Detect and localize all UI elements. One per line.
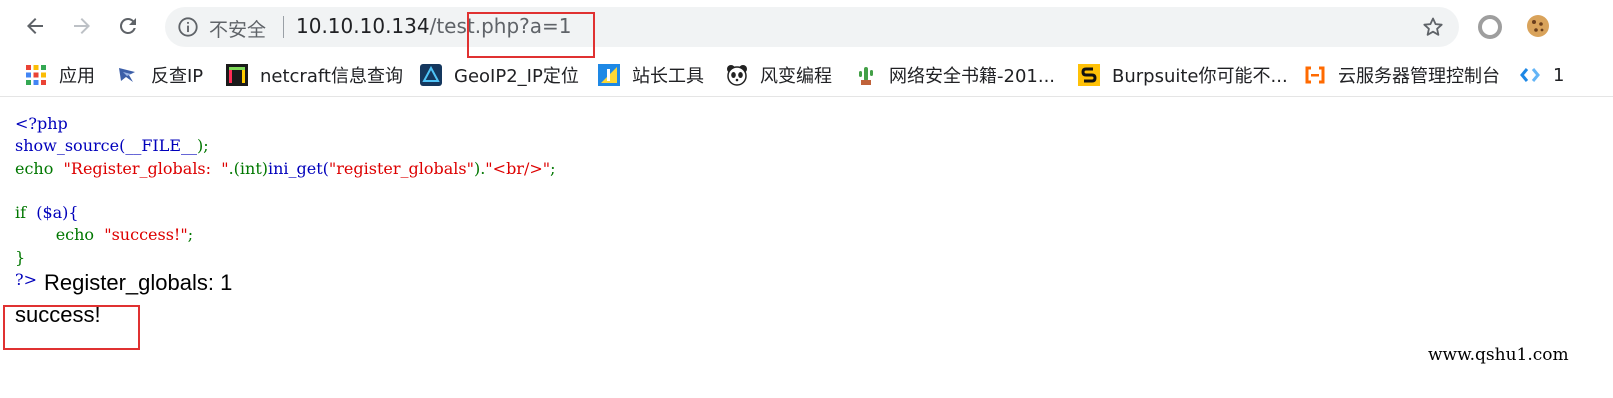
bookmark-star-icon[interactable] [1421, 15, 1445, 39]
code-punct: ; [187, 225, 194, 245]
code-keyword: if [15, 203, 37, 223]
bookmark-label: 1 [1553, 64, 1565, 86]
bookmark-label: 应用 [59, 66, 95, 87]
omnibox-separator [283, 16, 284, 38]
burpsuite-icon [1078, 64, 1100, 86]
output-register-globals: Register_globals: 1 [44, 270, 233, 295]
code-string: "Register_globals: " [63, 158, 229, 178]
success-highlight-box [3, 305, 140, 350]
bookmark-reverse-ip[interactable]: 反查IP [117, 62, 203, 88]
code-punct: .(int) [228, 158, 268, 178]
aliyun-icon [1304, 64, 1326, 86]
bookmark-security-books[interactable]: 网络安全书籍-201... [855, 62, 1055, 88]
back-button[interactable] [19, 10, 51, 42]
apps-grid-icon [25, 64, 47, 86]
bookmark-label: Burpsuite你可能不... [1112, 66, 1288, 87]
info-icon[interactable] [177, 16, 199, 38]
reload-button[interactable] [112, 10, 144, 42]
address-bar[interactable]: 不安全 10.10.10.134/test.php?a=1 [165, 7, 1459, 47]
watermark: www.qshu1.com [1428, 345, 1569, 365]
security-status-label: 不安全 [209, 19, 267, 41]
bookmark-label: 反查IP [151, 66, 204, 87]
bookmark-label: 网络安全书籍-201... [889, 66, 1056, 87]
code-fn: show_source( [15, 136, 126, 156]
code-var: ($a){ [36, 203, 79, 223]
code-keyword: echo [55, 225, 105, 245]
bookmark-geoip[interactable]: GeoIP2_IP定位 [420, 62, 579, 88]
bookmark-webmaster-tools[interactable]: 站长工具 [598, 62, 704, 88]
php-open-tag: <?php [15, 114, 68, 133]
panda-icon [726, 64, 748, 86]
bookmarks-bar: 应用 反查IP netcraft信息查询 GeoIP2_IP定位 站长工具 风变… [0, 54, 1613, 97]
reload-icon [119, 17, 136, 34]
extension-circle-icon[interactable] [1476, 13, 1504, 41]
code-punct: ; [550, 158, 556, 178]
code-brackets-icon [1519, 64, 1541, 86]
code-punct: ). [473, 158, 486, 178]
url-host: 10.10.10.134 [296, 14, 430, 38]
bookmark-partial[interactable]: 1 [1519, 62, 1564, 88]
back-arrow-icon [27, 18, 43, 34]
url-param-highlight-box [467, 12, 595, 58]
bookmark-aliyun-console[interactable]: 云服务器管理控制台 [1304, 62, 1500, 88]
bookmark-label: netcraft信息查询 [260, 66, 403, 87]
geoip-icon [420, 64, 442, 86]
bookmark-label: GeoIP2_IP定位 [454, 66, 579, 87]
bookmark-fengbian[interactable]: 风变编程 [726, 62, 832, 88]
bookmark-burpsuite[interactable]: Burpsuite你可能不... [1078, 62, 1288, 88]
php-source-code: <?php show_source(__FILE__); echo "Regis… [15, 113, 556, 291]
code-const: __FILE__ [125, 136, 198, 156]
bookmark-apps[interactable]: 应用 [25, 62, 95, 88]
webmaster-tools-icon [598, 64, 620, 86]
forward-arrow-icon [74, 18, 90, 34]
code-string: "<br/>" [485, 158, 551, 178]
code-fn: ini_get( [267, 158, 329, 178]
code-string: "register_globals" [328, 158, 474, 178]
bookmark-label: 站长工具 [632, 66, 704, 87]
bookmark-netcraft[interactable]: netcraft信息查询 [226, 62, 403, 88]
bookmark-label: 风变编程 [760, 66, 832, 87]
bookmark-label: 云服务器管理控制台 [1338, 66, 1500, 87]
reverse-ip-icon [117, 64, 139, 86]
php-close-tag: ?> [15, 270, 37, 290]
forward-button[interactable] [66, 10, 98, 42]
code-punct: ); [197, 136, 209, 156]
code-brace: } [15, 247, 26, 267]
cactus-icon [855, 64, 877, 86]
netcraft-icon [226, 64, 248, 86]
browser-toolbar: 不安全 10.10.10.134/test.php?a=1 [0, 0, 1613, 54]
code-string: "success!" [104, 225, 188, 245]
code-keyword: echo [15, 158, 64, 178]
cookie-extension-icon[interactable] [1524, 12, 1552, 40]
